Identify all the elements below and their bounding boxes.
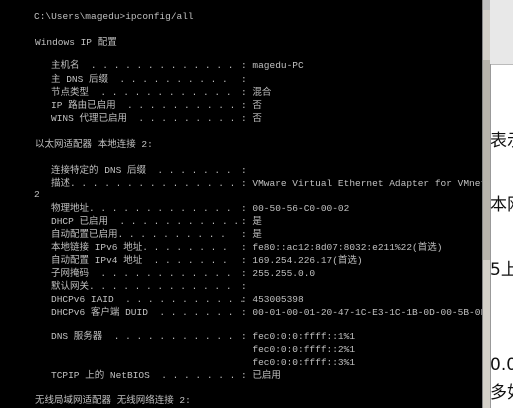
config-row: 描述. . . . . . . . . . . . . . .: VMware …: [51, 178, 482, 189]
background-text-fragment: 多如: [490, 383, 513, 403]
config-row: 物理地址. . . . . . . . . . . . .: 00-50-56-…: [51, 203, 350, 214]
config-row-continuation: fec0:0:0:ffff::2%1: [241, 344, 356, 355]
config-row: DHCP 已启用 . . . . . . . . . . .: 是: [51, 216, 262, 227]
background-text-fragment: 本网: [490, 195, 513, 215]
ethernet-adapter-header: 以太网适配器 本地连接 2:: [35, 139, 153, 150]
config-row: 节点类型 . . . . . . . . . . . .: 混合: [51, 87, 272, 98]
wireless-adapter-header: 无线局域网适配器 无线网络连接 2:: [35, 395, 191, 406]
config-row-continuation: fec0:0:0:ffff::3%1: [241, 357, 356, 368]
config-row: 默认网关. . . . . . . . . . . . .:: [51, 281, 247, 292]
config-row: 主 DNS 后缀 . . . . . . . . . .:: [51, 74, 247, 85]
background-window-header: [490, 0, 513, 65]
background-document-edge: 表示 本网 5上 0.0 多如: [490, 0, 513, 408]
config-row: DHCPv6 IAID . . . . . . . . . . .: 45300…: [51, 294, 304, 305]
background-text-fragment: 5上: [490, 260, 513, 280]
config-row: 主机名 . . . . . . . . . . . . .: magedu-PC: [51, 60, 304, 71]
config-row: 连接特定的 DNS 后缀 . . . . . . .:: [51, 165, 247, 176]
config-row: 子网掩码 . . . . . . . . . . . .: 255.255.0.…: [51, 268, 316, 279]
background-text-fragment: 0.0: [490, 355, 513, 375]
cmd-console-window[interactable]: C:\Users\magedu>ipconfig/all Windows IP …: [0, 0, 482, 408]
wrapped-text: 2: [34, 189, 40, 200]
windows-ip-config-header: Windows IP 配置: [35, 37, 117, 48]
background-text-fragment: 表示: [490, 131, 513, 151]
config-row: TCPIP 上的 NetBIOS . . . . . . .: 已启用: [51, 370, 281, 381]
command-prompt-line: C:\Users\magedu>ipconfig/all: [34, 11, 194, 22]
config-row: WINS 代理已启用 . . . . . . . . .: 否: [51, 113, 262, 124]
config-row: DNS 服务器 . . . . . . . . . . .: fec0:0:0:…: [51, 331, 356, 342]
config-row: IP 路由已启用 . . . . . . . . . .: 否: [51, 100, 262, 111]
config-row: 本地链接 IPv6 地址. . . . . . . .: fe80::ac12:…: [51, 242, 443, 253]
config-row: 自动配置已启用. . . . . . . . . .: 是: [51, 229, 262, 240]
config-row: 自动配置 IPv4 地址 . . . . . . .: 169.254.226.…: [51, 255, 363, 266]
config-row: DHCPv6 客户端 DUID . . . . . . .: 00-01-00-…: [51, 307, 482, 318]
